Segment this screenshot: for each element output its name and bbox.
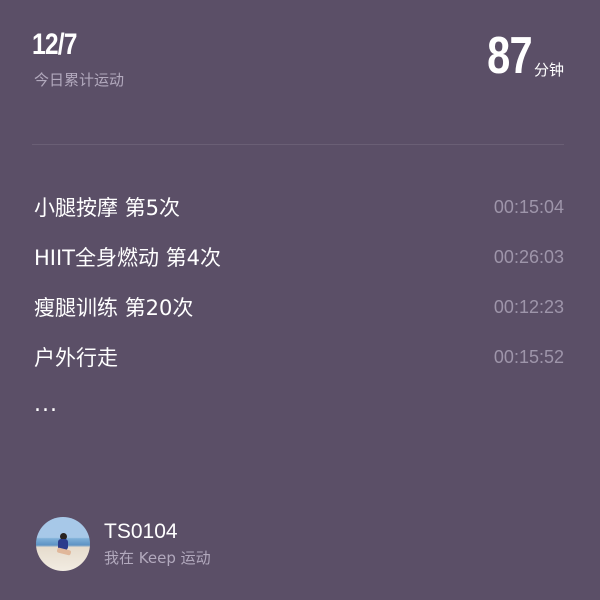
date-label: 12/7 [32, 28, 77, 61]
activity-row: HIIT全身燃动 第4次 00:26:03 [34, 232, 564, 282]
username: TS0104 [104, 520, 178, 543]
activity-name: 户外行走 [34, 346, 118, 370]
user-info: TS0104 我在 Keep 运动 [104, 519, 211, 569]
total-minutes-unit: 分钟 [533, 61, 564, 79]
daily-total-label: 今日累计运动 [34, 71, 125, 89]
activity-duration: 00:26:03 [493, 246, 564, 267]
avatar[interactable] [36, 517, 90, 571]
workout-summary-card: 12/7 今日累计运动 87 分钟 小腿按摩 第5次 00:15:04 HIIT… [0, 0, 600, 600]
activity-row: 小腿按摩 第5次 00:15:04 [34, 182, 564, 232]
activity-row: 瘦腿训练 第20次 00:12:23 [34, 282, 564, 332]
activity-name: 瘦腿训练 第20次 [34, 296, 194, 320]
user-footer: TS0104 我在 Keep 运动 [36, 514, 211, 574]
activity-name: 小腿按摩 第5次 [34, 196, 181, 220]
header-divider [32, 144, 564, 145]
activity-row: 户外行走 00:15:52 [34, 332, 564, 382]
avatar-person-figure [56, 533, 72, 559]
activity-duration: 00:15:04 [493, 196, 564, 217]
app-caption: 我在 Keep 运动 [104, 549, 211, 567]
summary-header: 12/7 今日累计运动 87 分钟 [32, 22, 564, 102]
total-minutes: 87 分钟 [476, 28, 564, 84]
activity-duration: 00:15:52 [493, 346, 564, 367]
activity-duration: 00:12:23 [493, 296, 564, 317]
total-minutes-value: 87 [487, 27, 532, 85]
activity-list: 小腿按摩 第5次 00:15:04 HIIT全身燃动 第4次 00:26:03 … [34, 182, 564, 382]
activity-name: HIIT全身燃动 第4次 [34, 246, 222, 270]
more-activities-ellipsis: ... [34, 392, 58, 417]
